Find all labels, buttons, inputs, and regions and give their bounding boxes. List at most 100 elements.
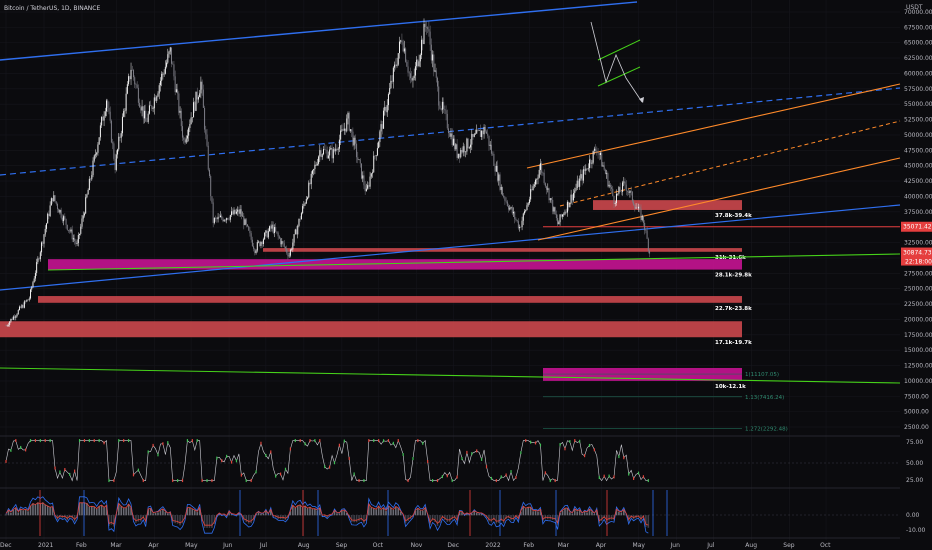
histogram-bar (245, 515, 248, 523)
candle-body (168, 51, 170, 55)
candle-body (484, 126, 486, 132)
time-tick-label: Dec (0, 542, 12, 549)
candle-body (69, 230, 71, 232)
rsi-bar (534, 441, 537, 445)
histogram-bar (532, 511, 534, 516)
candle-body (522, 213, 524, 221)
candle-body (417, 59, 419, 67)
candle-body (515, 218, 517, 221)
candle-body (307, 197, 309, 200)
candle-body (391, 80, 393, 82)
candle-body (250, 233, 252, 240)
candle-body (349, 129, 351, 131)
candle-body (173, 64, 175, 77)
candle-body (286, 248, 288, 253)
candle-body (123, 111, 125, 117)
candle-body (406, 61, 408, 67)
candle-body (628, 191, 630, 193)
candle-body (427, 27, 429, 30)
candle-body (375, 155, 377, 156)
histogram-bar (395, 506, 397, 516)
rsi-bar (88, 439, 90, 443)
histogram-bar (179, 515, 181, 526)
histogram-bar (260, 513, 262, 516)
candle-body (363, 175, 365, 186)
candle-body (478, 130, 480, 131)
candle-body (201, 81, 203, 90)
candle-body (356, 143, 358, 158)
candle-body (205, 129, 207, 135)
candle-body (103, 115, 105, 121)
candle-body (517, 221, 519, 229)
candle-body (592, 150, 594, 163)
rsi-bar (446, 474, 448, 478)
channel-orange-mid (559, 120, 901, 207)
rsi-bar (574, 439, 576, 443)
time-tick-label: 2021 (38, 542, 53, 549)
candle-body (275, 227, 277, 232)
candle-body (207, 145, 209, 170)
candle-body (640, 208, 642, 220)
candle-body (524, 211, 526, 214)
candle-body (410, 73, 412, 79)
histogram-bar (167, 513, 169, 516)
candle-body (15, 316, 17, 318)
rsi-bar (20, 445, 22, 449)
candle-body (367, 185, 369, 189)
zone-label: 10k-12.1k (715, 384, 746, 390)
candle-body (320, 150, 322, 158)
histogram-bar (569, 512, 571, 516)
time-tick-label: Oct (373, 542, 384, 549)
histogram-bar (208, 515, 211, 528)
candle-body (291, 249, 293, 250)
candle-body (557, 218, 559, 225)
candle-body (227, 218, 229, 220)
candle-body (159, 80, 161, 86)
histogram-bar (299, 504, 301, 516)
rsi-bar (358, 479, 360, 483)
histogram-bar (610, 515, 613, 520)
chart-svg[interactable]: 37.8k-39.4k31k-31.6k28.1k-29.8k22.7k-23.… (0, 0, 932, 550)
candle-body (87, 189, 89, 195)
candle-body (278, 236, 280, 239)
rsi-bar (407, 479, 409, 483)
histogram-bar (576, 511, 579, 516)
candle-body (255, 250, 257, 254)
candle-body (260, 241, 262, 246)
price-tick-label: 57500.00 (904, 86, 932, 93)
candle-body (571, 194, 573, 201)
candle-body (314, 164, 316, 170)
candle-body (425, 26, 427, 28)
histogram-bar (257, 512, 260, 516)
candle-body (200, 81, 202, 94)
candle-body (302, 206, 304, 214)
countdown-label: 22:18:00 (905, 259, 932, 266)
candle-body (400, 40, 402, 42)
candle-body (456, 144, 458, 158)
candle-body (83, 213, 85, 216)
rsi-bar (456, 475, 458, 479)
time-tick-label: May (185, 542, 198, 549)
candle-body (261, 241, 263, 245)
price-tick-label: 2500.00 (904, 424, 929, 431)
candle-body (647, 238, 649, 251)
rsi-bar (142, 479, 144, 483)
candle-body (216, 218, 218, 220)
candle-body (514, 211, 516, 219)
rsi-bar (74, 469, 76, 473)
candle-body (125, 93, 127, 111)
histogram-bar (306, 508, 309, 516)
candle-body (586, 168, 588, 170)
time-tick-label: Feb (523, 542, 534, 549)
candle-body (549, 198, 551, 201)
candle-body (575, 187, 577, 191)
candle-body (374, 155, 376, 157)
histogram-bar (250, 515, 252, 524)
price-tick-label: 20000.00 (904, 316, 932, 323)
candle-body (528, 199, 530, 204)
candle-body (474, 133, 476, 135)
candle-body (208, 169, 210, 177)
candle-body (223, 219, 225, 222)
candle-body (75, 241, 77, 244)
rsi-bar (549, 479, 551, 483)
